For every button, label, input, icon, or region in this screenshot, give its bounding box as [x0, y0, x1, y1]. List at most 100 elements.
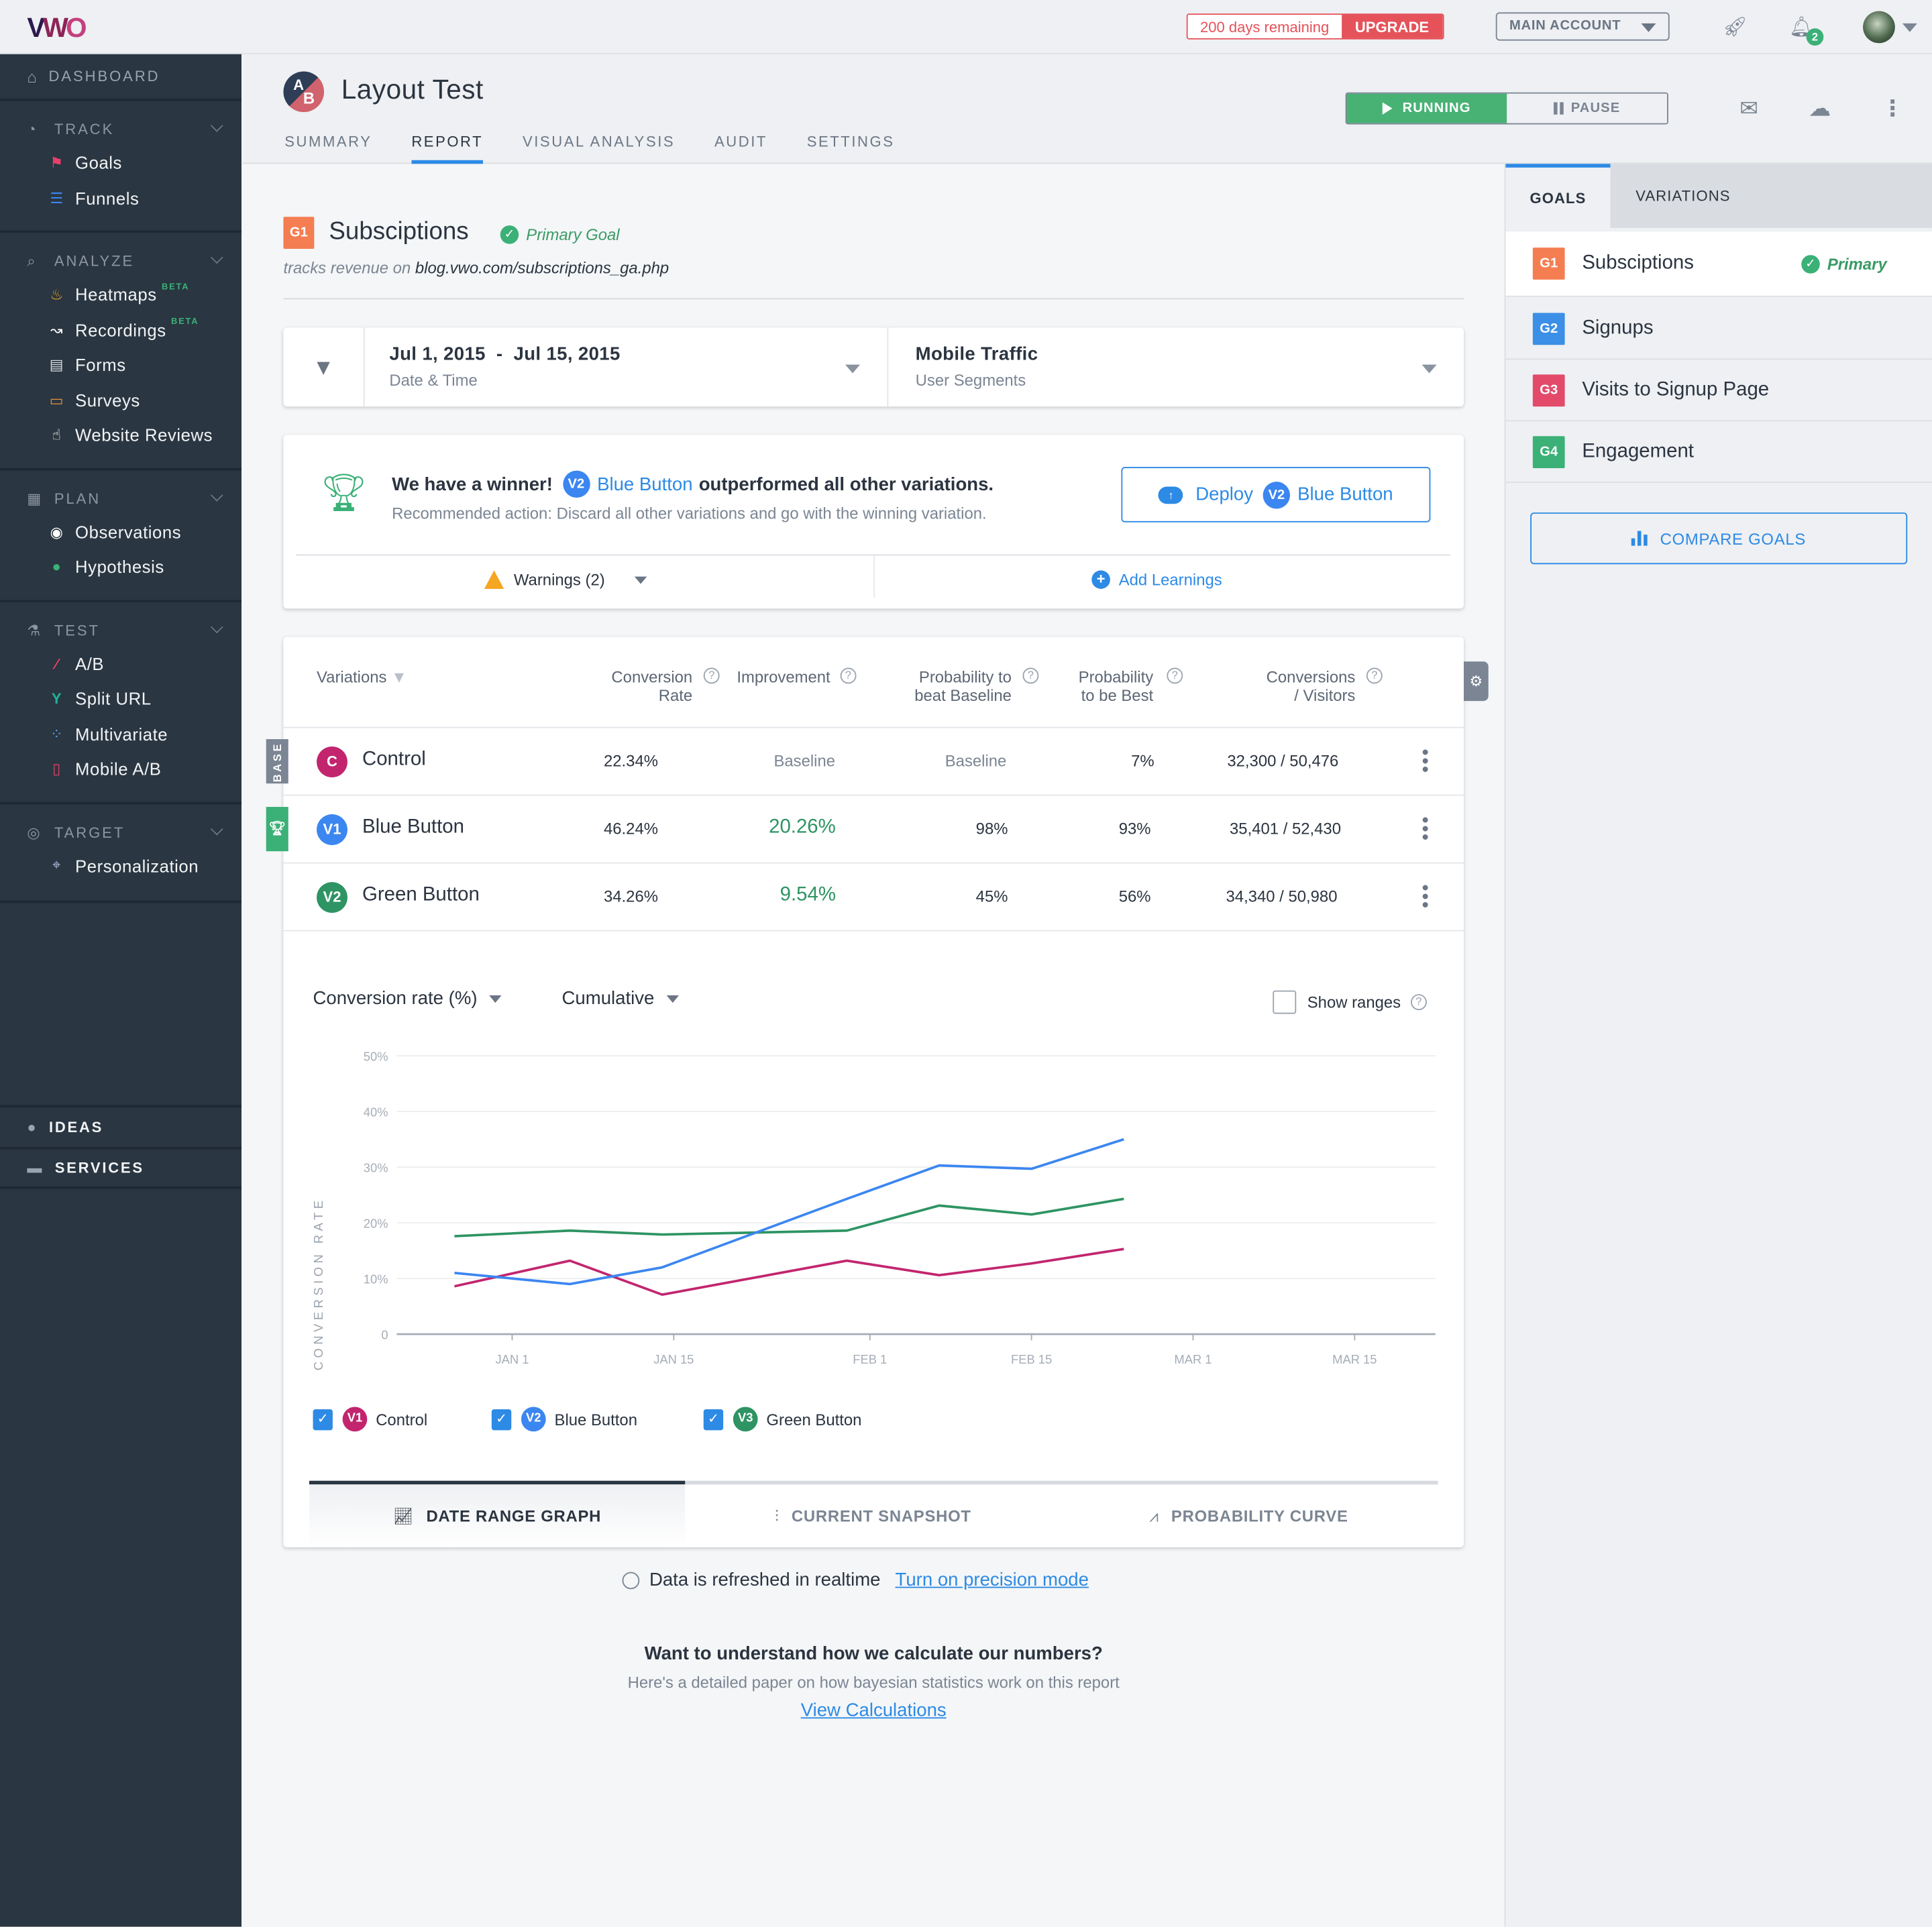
tab-visual-analysis[interactable]: VISUAL ANALYSIS	[523, 133, 675, 164]
avatar-caret-icon[interactable]	[1902, 23, 1917, 32]
upgrade-button[interactable]: UPGRADE	[1341, 15, 1443, 38]
sidebar-header-test[interactable]: ⚗ TEST	[0, 614, 241, 647]
metric-dropdown[interactable]: Conversion rate (%)	[313, 988, 502, 1009]
sidebar-item-split-url[interactable]: Y Split URL	[0, 681, 241, 716]
sidebar-item-goals[interactable]: ⚑ Goals	[0, 146, 241, 180]
running-button[interactable]: RUNNING	[1346, 93, 1507, 123]
show-ranges-checkbox[interactable]	[1273, 990, 1297, 1014]
col-prob-beat-baseline[interactable]: Probability to? beat Baseline	[907, 667, 1039, 705]
mode-dropdown[interactable]: Cumulative	[562, 988, 680, 1009]
more-vertical-icon[interactable]: • • •	[1422, 811, 1429, 848]
series-line-control[interactable]	[454, 1248, 1124, 1297]
legend-item-green-button[interactable]: ✓ V3 Green Button	[703, 1407, 861, 1432]
legend-checkbox[interactable]: ✓	[313, 1409, 333, 1430]
account-dropdown[interactable]: MAIN ACCOUNT	[1495, 12, 1670, 41]
sidebar-item-surveys[interactable]: ▭ Surveys	[0, 382, 241, 417]
sidebar-header-analyze[interactable]: ⌕ ANALYZE	[0, 245, 241, 278]
more-vertical-icon[interactable]: ⋮	[1882, 96, 1904, 122]
table-settings-gear-icon[interactable]: ⚙	[1463, 661, 1489, 702]
warnings-dropdown[interactable]: Warnings (2)	[484, 570, 647, 589]
recording-cursor-icon: ↝	[50, 321, 63, 339]
sidebar-item-services[interactable]: ▬ SERVICES	[0, 1146, 241, 1189]
table-row[interactable]: C Control 22.34% Baseline Baseline 7% 32…	[283, 726, 1464, 795]
compare-goals-button[interactable]: COMPARE GOALS	[1530, 512, 1908, 565]
sidebar-item-ideas[interactable]: ● IDEAS	[0, 1105, 241, 1147]
precision-mode-link[interactable]: Turn on precision mode	[896, 1570, 1089, 1590]
plus-circle-icon: +	[1091, 570, 1110, 589]
legend-item-control[interactable]: ✓ V1 Control	[313, 1407, 427, 1432]
winner-card: 🏆︎ We have a winner! V2 Blue Button outp…	[283, 435, 1464, 609]
col-variations[interactable]: Variations ▼	[317, 667, 407, 686]
help-icon[interactable]: ?	[1366, 667, 1383, 684]
help-icon[interactable]: ?	[703, 667, 720, 684]
sidebar-item-multivariate[interactable]: ⁘ Multivariate	[0, 716, 241, 751]
chevron-down-icon[interactable]	[210, 251, 223, 264]
rocket-icon[interactable]: 🚀︎	[1723, 15, 1748, 40]
tab-current-snapshot[interactable]: ⫶ CURRENT SNAPSHOT	[685, 1484, 1061, 1547]
help-icon[interactable]: ?	[1410, 994, 1427, 1011]
sidebar-item-recordings[interactable]: ↝ Recordings BETA	[0, 313, 241, 347]
vwo-logo[interactable]: VWO	[27, 12, 87, 44]
col-improvement[interactable]: Improvement?	[737, 667, 857, 686]
tab-summary[interactable]: SUMMARY	[284, 133, 372, 164]
chevron-down-icon[interactable]	[210, 822, 223, 835]
filter-icon[interactable]: ▼	[283, 327, 365, 407]
tab-probability-curve[interactable]: ⩘ PROBABILITY CURVE	[1061, 1484, 1436, 1547]
mail-icon[interactable]: ✉	[1739, 96, 1758, 122]
sidebar-item-personalization[interactable]: ⌖ Personalization	[0, 848, 241, 883]
segment-picker[interactable]: Mobile Traffic User Segments	[916, 343, 1038, 389]
date-dropdown-caret-icon[interactable]	[845, 364, 861, 374]
col-conversion-rate[interactable]: Conversion? Rate	[577, 667, 720, 705]
legend-item-blue-button[interactable]: ✓ V2 Blue Button	[491, 1407, 637, 1432]
series-line-blue-button[interactable]	[454, 1138, 1124, 1286]
deploy-button[interactable]: ↑ Deploy V2 Blue Button	[1121, 467, 1431, 522]
tab-report[interactable]: REPORT	[411, 133, 484, 164]
sidebar-item-observations[interactable]: ◉ Observations	[0, 514, 241, 549]
chevron-down-icon[interactable]	[210, 488, 223, 501]
chevron-down-icon[interactable]	[210, 119, 223, 132]
col-prob-best[interactable]: Probability? to be Best	[1060, 667, 1183, 705]
goal-list-item[interactable]: G2 Signups	[1505, 298, 1932, 360]
tab-date-range-graph[interactable]: 📈︎ DATE RANGE GRAPH	[309, 1484, 686, 1547]
goal-list-item[interactable]: G4 Engagement	[1505, 421, 1932, 483]
sidebar-item-mobile-ab[interactable]: ▯ Mobile A/B	[0, 751, 241, 786]
tab-audit[interactable]: AUDIT	[714, 133, 767, 164]
segment-dropdown-caret-icon[interactable]	[1421, 364, 1437, 374]
help-icon[interactable]: ?	[840, 667, 857, 684]
more-vertical-icon[interactable]: • • •	[1422, 879, 1429, 916]
legend-checkbox[interactable]: ✓	[491, 1409, 512, 1430]
cloud-download-icon[interactable]: ☁	[1809, 96, 1831, 122]
sidebar-header-plan[interactable]: ▦ PLAN	[0, 482, 241, 514]
sidebar-item-hypothesis[interactable]: ● Hypothesis	[0, 549, 241, 584]
sidebar-header-track[interactable]: ◔ TRACK	[0, 113, 241, 146]
table-row[interactable]: V1 Blue Button 46.24% 20.26% 98% 93% 35,…	[283, 794, 1464, 863]
help-icon[interactable]: ?	[1022, 667, 1039, 684]
more-vertical-icon[interactable]: • • •	[1422, 743, 1429, 780]
series-line-green-button[interactable]	[454, 1197, 1124, 1237]
col-conversions-visitors[interactable]: Conversions? / Visitors	[1244, 667, 1383, 705]
show-ranges-toggle[interactable]: Show ranges?	[1273, 990, 1427, 1014]
sidebar-item-website-reviews[interactable]: ☝ Website Reviews	[0, 418, 241, 453]
sidebar-item-forms[interactable]: ▤ Forms	[0, 347, 241, 382]
sidebar-dashboard[interactable]: ⌂ DASHBOARD	[0, 54, 241, 101]
sidebar-item-heatmaps[interactable]: ♨ Heatmaps BETA	[0, 277, 241, 312]
goal-list-item[interactable]: G1 Subsciptions ✓ Primary	[1505, 231, 1932, 297]
goal-list-item[interactable]: G3 Visits to Signup Page	[1505, 360, 1932, 422]
table-row[interactable]: V2 Green Button 34.26% 9.54% 45% 56% 34,…	[283, 862, 1464, 930]
tab-goals[interactable]: GOALS	[1505, 164, 1611, 228]
sidebar-item-funnels[interactable]: ☰ Funnels	[0, 180, 241, 215]
legend-checkbox[interactable]: ✓	[703, 1409, 724, 1430]
help-icon[interactable]: ?	[1167, 667, 1183, 684]
view-calculations-link[interactable]: View Calculations	[801, 1700, 947, 1721]
pause-button[interactable]: PAUSE	[1507, 93, 1668, 123]
date-range-picker[interactable]: Jul 1, 2015 - Jul 15, 2015 Date & Time	[389, 343, 620, 389]
add-learnings-button[interactable]: + Add Learnings	[1091, 570, 1222, 589]
filter-icon[interactable]: ▼	[391, 667, 407, 686]
tab-variations[interactable]: VARIATIONS	[1614, 164, 1752, 228]
sidebar-item-ab[interactable]: ⁄ A/B	[0, 646, 241, 681]
chevron-down-icon[interactable]	[210, 620, 223, 633]
tab-settings[interactable]: SETTINGS	[807, 133, 895, 164]
item-label: A/B	[75, 653, 105, 674]
sidebar-header-target[interactable]: ◎ TARGET	[0, 816, 241, 848]
user-avatar[interactable]	[1863, 11, 1895, 44]
